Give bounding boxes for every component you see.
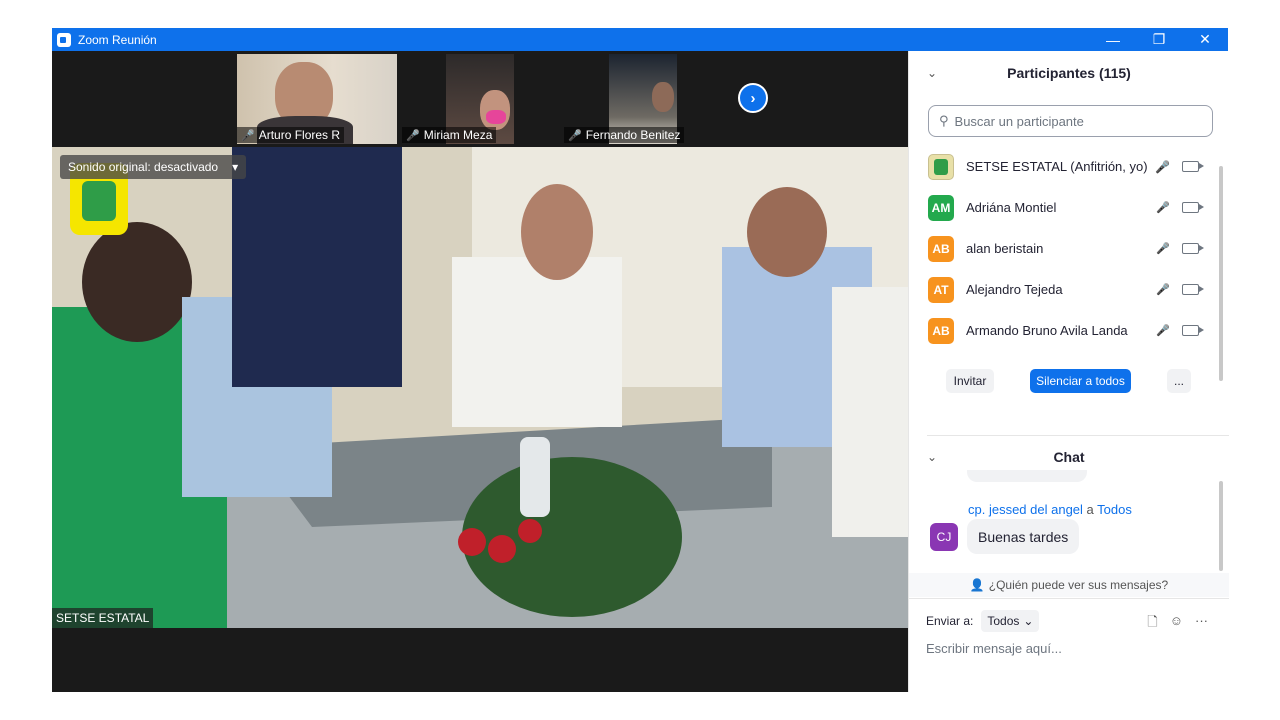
avatar: AM [928,194,954,221]
more-options-button[interactable]: ... [1167,369,1191,393]
participant-list: SETSE ESTATAL (Anfitrión, yo) 🎤 AM Adriá… [909,146,1219,356]
participant-row[interactable]: SETSE ESTATAL (Anfitrión, yo) 🎤 [909,146,1219,187]
video-camera-icon[interactable] [1182,161,1204,172]
person-center-shirt [452,257,622,427]
chat-scrollbar[interactable] [1219,481,1223,571]
muted-mic-icon[interactable]: 🎤 [1156,201,1170,214]
thumbnail-label: 🎤 Fernando Benitez [564,127,685,143]
minimize-icon[interactable]: — [1090,28,1136,51]
video-area: 🎤 Arturo Flores R 🎤 Miriam Meza 🎤 Fernan… [52,51,908,692]
participant-controls: 🎤 [1155,160,1204,174]
participant-controls: 🎤 [1156,201,1204,214]
water-bottle [520,437,550,517]
chat-tools: 🗋 ☺ ··· [1147,613,1208,635]
video-camera-icon[interactable] [1182,284,1204,295]
search-icon: ⚲ [939,113,949,128]
chevron-down-icon[interactable]: ▾ [232,160,238,174]
thumbnail-label: 🎤 Miriam Meza [402,127,497,143]
mute-all-button[interactable]: Silenciar a todos [1030,369,1131,393]
more-icon[interactable]: ··· [1195,613,1208,635]
person-standing [232,147,402,387]
zoom-app-icon [57,32,71,47]
person-right-head [747,187,827,277]
thumbnail-label: 🎤 Arturo Flores R [237,127,345,143]
video-thumbnail[interactable]: 🎤 Miriam Meza [402,54,562,144]
participant-row[interactable]: AB alan beristain 🎤 [909,228,1219,269]
video-camera-icon[interactable] [1182,202,1204,213]
muted-mic-icon[interactable]: 🎤 [1156,283,1170,296]
chat-recipient[interactable]: Todos [1097,502,1132,517]
person-center-head [521,184,593,280]
send-to-row: Enviar a: Todos ⌄ [926,610,1040,632]
participant-row[interactable]: AT Alejandro Tejeda 🎤 [909,269,1219,310]
video-camera-icon[interactable] [1182,325,1204,336]
video-thumbnail[interactable]: 🎤 Arturo Flores R [237,54,397,144]
person-far-right [832,287,908,537]
chat-message-header: cp. jessed del angel a Todos [968,502,1132,517]
ornament [458,528,486,556]
chevron-down-icon[interactable]: ⌄ [927,450,937,464]
restore-icon[interactable]: ❐ [1136,28,1182,51]
avatar: AT [928,276,954,303]
invite-button[interactable]: Invitar [946,369,994,393]
video-camera-icon[interactable] [1182,243,1204,254]
setse-logo-center [82,181,116,221]
mic-icon[interactable]: 🎤 [1155,160,1170,174]
send-to-select[interactable]: Todos ⌄ [981,610,1040,632]
participant-controls: 🎤 [1156,283,1204,296]
who-can-see-messages-link[interactable]: 👤 ¿Quién puede ver sus mensajes? [909,573,1229,597]
avatar: AB [928,235,954,262]
close-icon[interactable]: ✕ [1182,28,1228,51]
video-thumbnail[interactable]: 🎤 Fernando Benitez [564,54,724,144]
video-bottom-bar [52,628,908,692]
chevron-down-icon[interactable]: ⌄ [927,66,937,80]
avatar: CJ [930,523,958,551]
next-page-button[interactable]: › [738,83,768,113]
muted-mic-icon[interactable]: 🎤 [1156,324,1170,337]
participant-row[interactable]: AB Armando Bruno Avila Landa 🎤 [909,310,1219,351]
setse-logo [934,158,948,175]
ornament [488,535,516,563]
panel-divider [909,598,1229,599]
thumbnail-strip: 🎤 Arturo Flores R 🎤 Miriam Meza 🎤 Fernan… [52,51,908,147]
avatar: AB [928,317,954,344]
chevron-right-icon: › [750,89,756,107]
ornament [518,519,542,543]
original-sound-toggle[interactable]: Sonido original: desactivado ▾ [60,155,247,179]
file-icon[interactable]: 🗋 [1147,613,1157,635]
chat-message-input[interactable]: Escribir mensaje aquí... [926,641,1062,656]
participant-search-input[interactable]: ⚲ Buscar un participante [928,105,1213,137]
chat-message-bubble: Buenas tardes [967,519,1080,554]
meeting-scene [52,147,908,628]
participant-scrollbar[interactable] [1219,166,1223,381]
participants-header: ⌄ Participantes (115) [927,65,1131,81]
window-title: Zoom Reunión [78,32,157,47]
participant-actions: Invitar Silenciar a todos ... [909,369,1229,395]
muted-mic-icon[interactable]: 🎤 [1156,242,1170,255]
participant-controls: 🎤 [1156,324,1204,337]
side-panel: ⌄ Participantes (115) ⚲ Buscar un partic… [908,51,1229,692]
speaker-name-label: SETSE ESTATAL [52,608,154,628]
chevron-down-icon: ⌄ [1023,614,1034,628]
participant-controls: 🎤 [1156,242,1204,255]
muted-mic-icon: 🎤 [241,129,255,142]
window-controls: — ❐ ✕ [1090,28,1228,51]
chat-sender[interactable]: cp. jessed del angel [968,502,1083,517]
emoji-icon[interactable]: ☺ [1170,613,1183,635]
muted-mic-icon: 🎤 [406,129,420,142]
participant-row[interactable]: AM Adriána Montiel 🎤 [909,187,1219,228]
active-speaker-video: Sonido original: desactivado ▾ SETSE EST… [52,147,908,628]
muted-mic-icon: 🎤 [568,129,582,142]
previous-message-bubble [967,470,1087,482]
person-info-icon: 👤 [969,578,985,592]
person-green-hair [82,222,192,342]
title-bar: Zoom Reunión — ❐ ✕ [52,28,1228,51]
avatar [928,153,954,180]
zoom-window: Zoom Reunión — ❐ ✕ 🎤 Arturo Flores R 🎤 M… [52,28,1229,692]
